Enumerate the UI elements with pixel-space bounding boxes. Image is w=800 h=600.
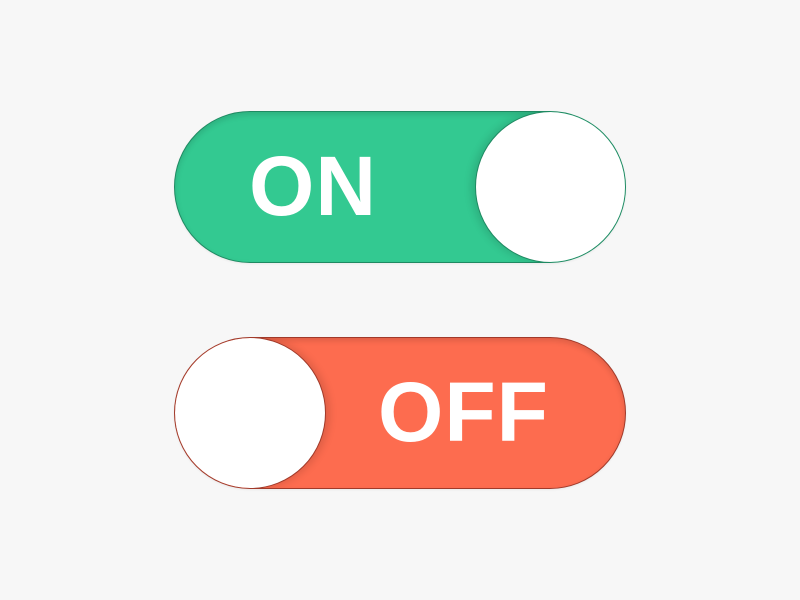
off-toggle-switch[interactable]: OFF [174,337,626,489]
off-toggle-knob[interactable] [175,338,326,488]
off-toggle-label: OFF [378,365,549,459]
on-toggle-knob[interactable] [474,112,625,262]
on-toggle-label: ON [249,139,377,233]
on-toggle-switch[interactable]: ON [174,111,626,263]
toggle-showcase: ON OFF [0,0,800,600]
